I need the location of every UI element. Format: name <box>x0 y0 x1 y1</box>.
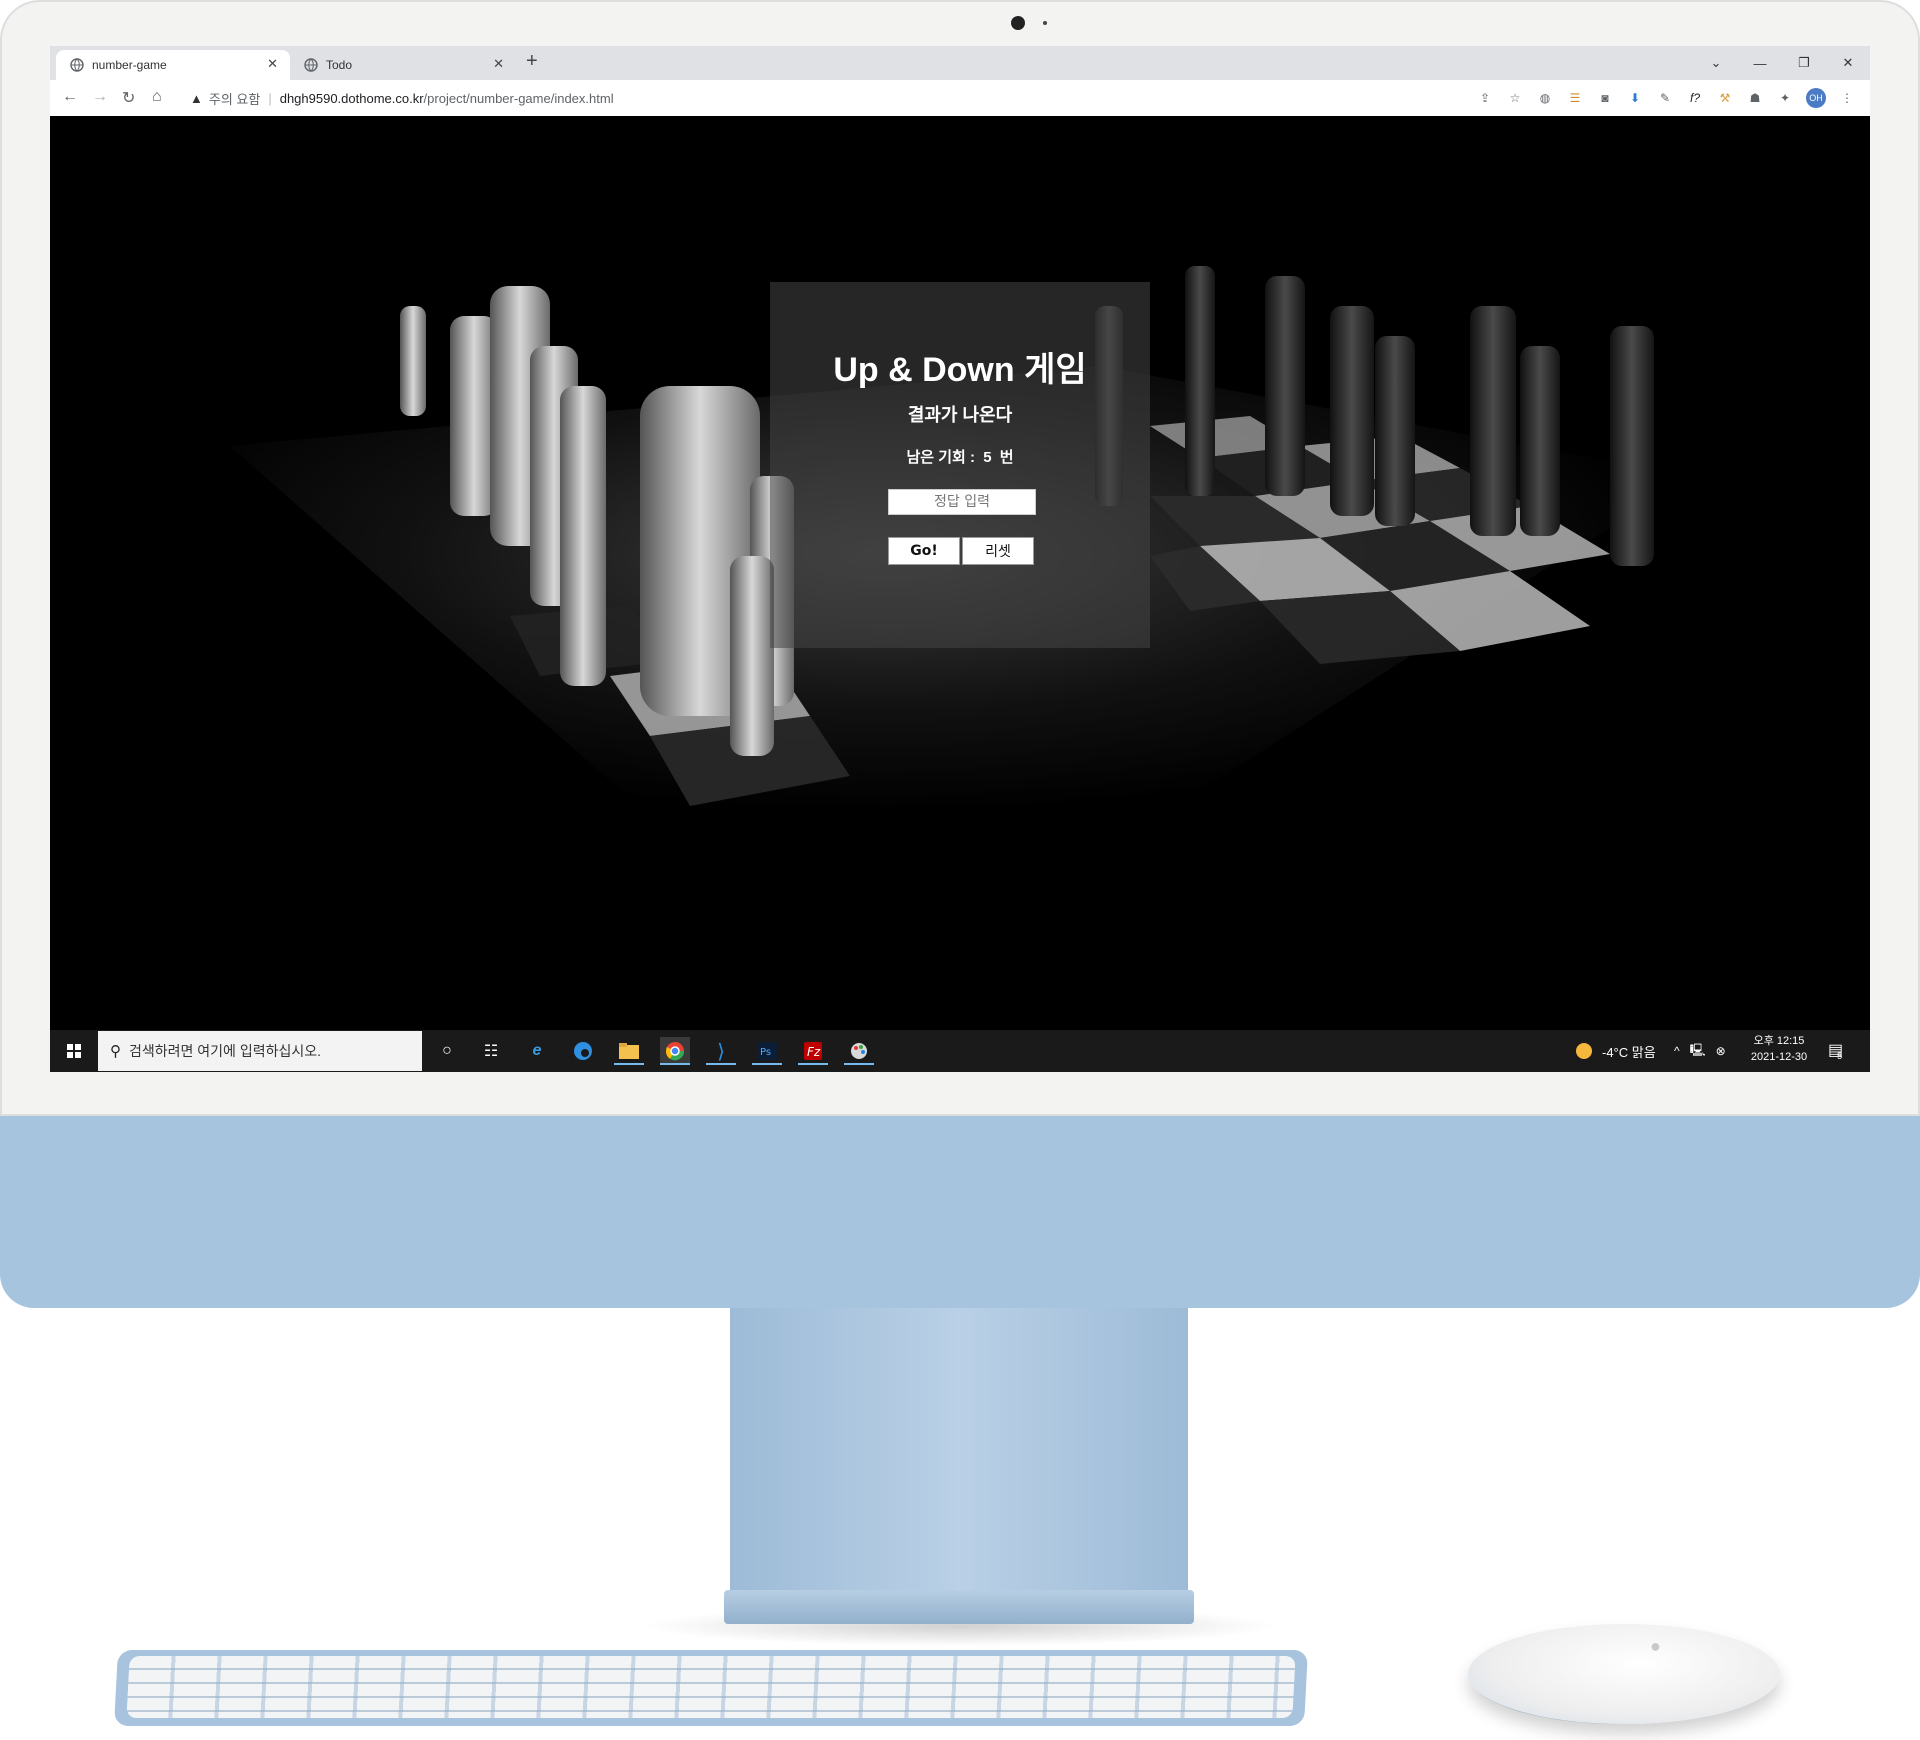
reload-icon[interactable]: ↻ <box>122 88 135 108</box>
chrome-icon[interactable] <box>660 1037 690 1065</box>
volume-muted-icon[interactable]: ⊗ <box>1716 1044 1726 1058</box>
magic-mouse <box>1468 1624 1780 1724</box>
task-view-icon[interactable]: ☷ <box>476 1037 506 1065</box>
filezilla-icon[interactable]: Fz <box>798 1037 828 1065</box>
bookmark-star-icon[interactable]: ☆ <box>1506 89 1524 107</box>
screen: number-game ✕ Todo ✕ + ⌄ — ❐ ✕ ← → ↻ ⌂ ▲… <box>50 46 1870 1072</box>
imac-stand-foot <box>724 1590 1194 1624</box>
reset-button[interactable]: 리셋 <box>962 537 1034 565</box>
home-icon[interactable]: ⌂ <box>152 88 162 106</box>
more-menu-icon[interactable]: ⋮ <box>1838 89 1856 107</box>
weather-text: -4°C 맑음 <box>1602 1044 1656 1060</box>
extension-icons: ⇪ ☆ ◍ ☰ ◙ ⬇ ✎ f? ⚒ ☗ ✦ OH ⋮ <box>1476 88 1856 108</box>
forward-icon[interactable]: → <box>92 88 108 106</box>
extension-hammer-icon[interactable]: ⚒ <box>1716 89 1734 107</box>
go-button[interactable]: Go! <box>888 537 960 565</box>
notification-center-icon[interactable]: ▤5 <box>1828 1040 1848 1061</box>
remaining-chances: 남은 기회 : 5 번 <box>770 446 1150 467</box>
clock-time: 오후 12:15 <box>1753 1035 1805 1047</box>
svg-text:Ps: Ps <box>760 1047 771 1058</box>
edge-icon[interactable] <box>568 1037 598 1065</box>
clock-date: 2021-12-30 <box>1750 1051 1808 1063</box>
restore-icon[interactable]: ❐ <box>1782 46 1826 80</box>
system-tray: ^ 🖳 ⊗ <box>1674 1030 1726 1072</box>
tab-todo[interactable]: Todo ✕ <box>290 50 516 80</box>
cortana-icon[interactable]: ○ <box>432 1037 462 1065</box>
divider: | <box>268 90 272 106</box>
tab-label: Todo <box>326 58 353 72</box>
windows-logo-icon <box>67 1044 81 1058</box>
extension-globe-icon[interactable]: ◍ <box>1536 89 1554 107</box>
show-hidden-icons-icon[interactable]: ^ <box>1674 1044 1680 1058</box>
result-area: 결과가 나온다 <box>907 405 1013 425</box>
tab-search-icon[interactable]: ⌄ <box>1694 46 1738 80</box>
window-controls: ⌄ — ❐ ✕ <box>1694 46 1870 80</box>
eyedropper-icon[interactable]: ✎ <box>1656 89 1674 107</box>
screenshot-camera-icon[interactable]: ◙ <box>1596 89 1614 107</box>
paint-icon[interactable] <box>844 1037 874 1065</box>
answer-input[interactable] <box>888 489 1036 515</box>
search-placeholder: 검색하려면 여기에 입력하십시오. <box>129 1043 321 1059</box>
apple-logo-icon: ● <box>1650 1636 1661 1656</box>
security-label[interactable]: 주의 요함 <box>209 89 260 108</box>
network-icon[interactable]: 🖳 <box>1690 1041 1706 1062</box>
search-icon: ⚲ <box>110 1043 121 1060</box>
close-tab-icon[interactable]: ✕ <box>493 56 504 72</box>
browser-toolbar: ← → ↻ ⌂ ▲ 주의 요함 | dhgh9590.dothome.co.kr… <box>50 80 1870 117</box>
imac-stand <box>730 1308 1188 1618</box>
notification-count: 5 <box>1837 1051 1843 1061</box>
taskbar-search[interactable]: ⚲ 검색하려면 여기에 입력하십시오. <box>98 1031 422 1071</box>
weather-widget[interactable]: -4°C 맑음 <box>1576 1030 1656 1072</box>
internet-explorer-icon[interactable]: e <box>522 1037 552 1065</box>
keyboard-key-rows <box>126 1656 1296 1718</box>
profile-avatar[interactable]: OH <box>1806 88 1826 108</box>
back-icon[interactable]: ← <box>62 88 78 106</box>
download-icon[interactable]: ⬇ <box>1626 89 1644 107</box>
file-explorer-icon[interactable] <box>614 1037 644 1065</box>
vscode-icon[interactable]: ⟩ <box>706 1037 736 1065</box>
extension-cat-icon[interactable]: ☗ <box>1746 89 1764 107</box>
sun-icon <box>1576 1043 1592 1059</box>
taskbar: ⚲ 검색하려면 여기에 입력하십시오. ○ ☷ e ⟩ Ps Fz -4°C 맑… <box>50 1030 1870 1072</box>
camera-icon <box>1011 16 1025 30</box>
close-tab-icon[interactable]: ✕ <box>267 56 278 72</box>
start-button[interactable] <box>50 1030 98 1072</box>
photoshop-icon[interactable]: Ps <box>752 1037 782 1065</box>
browser-tab-strip: number-game ✕ Todo ✕ + ⌄ — ❐ ✕ <box>50 46 1870 80</box>
page-content: Up & Down 게임 결과가 나온다 남은 기회 : 5 번 Go! 리셋 <box>50 116 1870 1030</box>
chances-unit: 번 <box>999 449 1014 466</box>
imac-chin <box>0 1116 1920 1308</box>
globe-icon <box>70 58 84 72</box>
new-tab-icon[interactable]: + <box>526 50 538 73</box>
camera-led <box>1043 21 1047 25</box>
minimize-icon[interactable]: — <box>1738 46 1782 80</box>
chances-value: 5 <box>983 449 992 466</box>
game-title: Up & Down 게임 <box>833 351 1087 389</box>
svg-text:Fz: Fz <box>807 1045 821 1059</box>
warning-icon[interactable]: ▲ <box>190 91 203 106</box>
extension-ladder-icon[interactable]: ☰ <box>1566 89 1584 107</box>
clock[interactable]: 오후 12:15 2021-12-30 <box>1744 1033 1814 1065</box>
url-host[interactable]: dhgh9590.dothome.co.kr <box>280 91 424 106</box>
url-path[interactable]: /project/number-game/index.html <box>424 91 614 106</box>
share-icon[interactable]: ⇪ <box>1476 89 1494 107</box>
address-bar[interactable]: ▲ 주의 요함 | dhgh9590.dothome.co.kr /projec… <box>190 85 1510 111</box>
tab-label: number-game <box>92 58 167 72</box>
chances-label: 남은 기회 : <box>906 449 976 466</box>
font-finder-icon[interactable]: f? <box>1686 89 1704 107</box>
tab-number-game[interactable]: number-game ✕ <box>56 50 290 80</box>
globe-icon <box>304 58 318 72</box>
close-window-icon[interactable]: ✕ <box>1826 46 1870 80</box>
extensions-puzzle-icon[interactable]: ✦ <box>1776 89 1794 107</box>
